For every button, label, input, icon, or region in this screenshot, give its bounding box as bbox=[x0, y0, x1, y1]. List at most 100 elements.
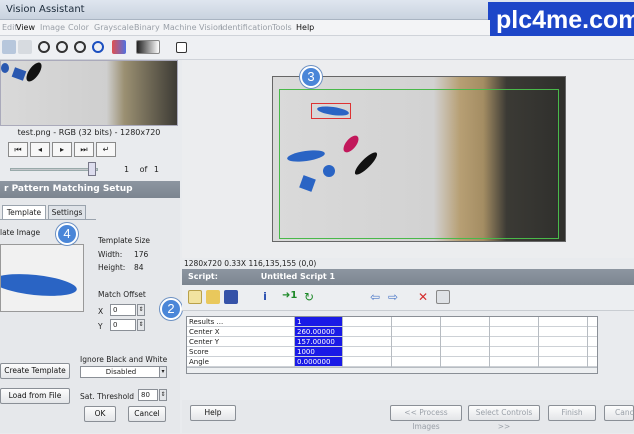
table-cell-value: 1000 bbox=[295, 347, 343, 357]
sat-threshold-input[interactable]: 80 bbox=[138, 389, 158, 401]
template-size-label: Template Size bbox=[98, 236, 151, 245]
color-palette-icon[interactable] bbox=[112, 40, 126, 54]
script-header: Script: Untitled Script 1 bbox=[182, 269, 634, 285]
setup-header: r Pattern Matching Setup bbox=[0, 181, 180, 198]
help-button[interactable]: Help bbox=[190, 405, 236, 421]
ignore-bw-label: Ignore Black and White bbox=[80, 355, 168, 364]
results-table: Results ... Center X Center Y Score Angl… bbox=[186, 316, 598, 374]
template-image-label: late Image bbox=[0, 228, 41, 237]
open-script-icon[interactable] bbox=[206, 290, 220, 304]
menu-image[interactable]: Image bbox=[40, 23, 65, 32]
first-icon: ⏮ bbox=[14, 145, 22, 154]
prev-icon: ◂ bbox=[37, 145, 42, 154]
zoom-out-icon[interactable] bbox=[56, 41, 68, 53]
ok-button[interactable]: OK bbox=[84, 406, 116, 422]
wizard-cancel-button[interactable]: Canc bbox=[604, 405, 634, 421]
move-left-icon[interactable]: ⇦ bbox=[370, 290, 384, 304]
page-counter: 1 of 1 bbox=[124, 165, 159, 174]
table-row-label: Angle bbox=[187, 357, 295, 367]
offset-y-input[interactable]: 0 bbox=[110, 319, 136, 331]
thumb-shape bbox=[23, 61, 45, 84]
match-offset-label: Match Offset bbox=[98, 290, 146, 299]
tab-divider bbox=[0, 219, 96, 220]
shape-circle bbox=[323, 165, 335, 177]
zoom-1-to-1-icon[interactable] bbox=[74, 41, 86, 53]
y-label: Y bbox=[98, 322, 103, 331]
table-row-label: Score bbox=[187, 347, 295, 357]
image-slider-thumb[interactable] bbox=[88, 162, 96, 176]
save-script-icon[interactable] bbox=[224, 290, 238, 304]
script-label: Script: bbox=[188, 272, 218, 281]
offset-x-input[interactable]: 0 bbox=[110, 304, 136, 316]
step-badge: 4 bbox=[56, 223, 78, 245]
last-icon: ⏭ bbox=[80, 145, 88, 154]
brand-watermark: plc4me.com bbox=[488, 2, 634, 38]
thumb-shape bbox=[11, 67, 27, 81]
offset-y-stepper[interactable]: ⇕ bbox=[137, 319, 145, 331]
sat-threshold-stepper[interactable]: ⇕ bbox=[159, 389, 167, 401]
table-cell-value: 260.00000 bbox=[295, 327, 343, 337]
file-info-label: test.png - RGB (32 bits) - 1280x720 bbox=[17, 128, 161, 137]
menu-view[interactable]: View bbox=[16, 23, 35, 32]
new-script-icon[interactable] bbox=[188, 290, 202, 304]
menu-color[interactable]: Color bbox=[68, 23, 89, 32]
offset-x-stepper[interactable]: ⇕ bbox=[137, 304, 145, 316]
chevron-down-icon[interactable]: ▾ bbox=[159, 366, 167, 378]
menu-binary[interactable]: Binary bbox=[134, 23, 160, 32]
image-navigation: ⏮ ◂ ▸ ⏭ ↵ bbox=[8, 142, 118, 158]
image-slider-track[interactable] bbox=[10, 168, 98, 171]
return-button[interactable]: ↵ bbox=[96, 142, 116, 157]
next-icon: ▸ bbox=[59, 145, 64, 154]
select-controls-button[interactable]: Select Controls >> bbox=[468, 405, 540, 431]
width-value: 176 bbox=[134, 250, 149, 259]
script-toolbar: i ➜1 ↻ ⇦ ⇨ ✕ bbox=[182, 285, 634, 311]
thumb-shape bbox=[1, 63, 9, 73]
run-continuous-icon[interactable]: ↻ bbox=[304, 290, 318, 304]
browse-icon[interactable] bbox=[18, 40, 32, 54]
rectangle-tool-icon[interactable] bbox=[176, 42, 187, 53]
load-from-file-button[interactable]: Load from File bbox=[0, 388, 70, 404]
tab-template[interactable]: Template bbox=[2, 205, 46, 220]
create-template-button[interactable]: Create Template bbox=[0, 363, 70, 379]
main-image[interactable] bbox=[272, 76, 566, 242]
sat-threshold-label: Sat. Threshold bbox=[80, 392, 135, 401]
delete-step-icon[interactable]: ✕ bbox=[418, 290, 432, 304]
process-images-button[interactable]: << Process Images bbox=[390, 405, 462, 431]
zoom-fit-icon[interactable] bbox=[92, 41, 104, 53]
run-once-icon[interactable]: ➜1 bbox=[282, 290, 300, 304]
image-thumbnail[interactable] bbox=[0, 60, 178, 126]
menu-grayscale[interactable]: Grayscale bbox=[94, 23, 134, 32]
step-badge: 3 bbox=[300, 66, 322, 88]
first-image-button[interactable]: ⏮ bbox=[8, 142, 28, 157]
finish-button[interactable]: Finish bbox=[548, 405, 596, 421]
main-toolbar bbox=[0, 36, 634, 60]
table-row-label: Center X bbox=[187, 327, 295, 337]
template-ellipse bbox=[1, 270, 78, 300]
menu-machine-vision[interactable]: Machine Vision bbox=[163, 23, 223, 32]
page-current: 1 bbox=[124, 165, 130, 174]
menu-tools[interactable]: Tools bbox=[272, 23, 292, 32]
cancel-button[interactable]: Cancel bbox=[128, 406, 166, 422]
zoom-in-icon[interactable] bbox=[38, 41, 50, 53]
tab-settings[interactable]: Settings bbox=[48, 205, 86, 220]
height-value: 84 bbox=[134, 263, 144, 272]
grayscale-palette-icon[interactable] bbox=[136, 40, 160, 54]
image-status-bar: 1280x720 0.33X 116,135,155 (0,0) bbox=[184, 259, 317, 268]
table-cell-value: 157.00000 bbox=[295, 337, 343, 347]
table-row-label: Center Y bbox=[187, 337, 295, 347]
script-name: Untitled Script 1 bbox=[260, 272, 336, 281]
menu-help[interactable]: Help bbox=[296, 23, 314, 32]
table-cell-value: 0.000000 bbox=[295, 357, 343, 367]
info-icon[interactable]: i bbox=[258, 290, 272, 304]
horizontal-scrollbar[interactable] bbox=[187, 367, 597, 373]
ignore-bw-select[interactable]: Disabled bbox=[80, 366, 160, 378]
page-total: 1 bbox=[153, 165, 159, 174]
script-properties-icon[interactable] bbox=[436, 290, 450, 304]
move-right-icon[interactable]: ⇨ bbox=[388, 290, 402, 304]
next-image-button[interactable]: ▸ bbox=[52, 142, 72, 157]
acquire-icon[interactable] bbox=[2, 40, 16, 54]
previous-image-button[interactable]: ◂ bbox=[30, 142, 50, 157]
return-icon: ↵ bbox=[102, 145, 110, 154]
menu-identification[interactable]: Identification bbox=[220, 23, 272, 32]
last-image-button[interactable]: ⏭ bbox=[74, 142, 94, 157]
